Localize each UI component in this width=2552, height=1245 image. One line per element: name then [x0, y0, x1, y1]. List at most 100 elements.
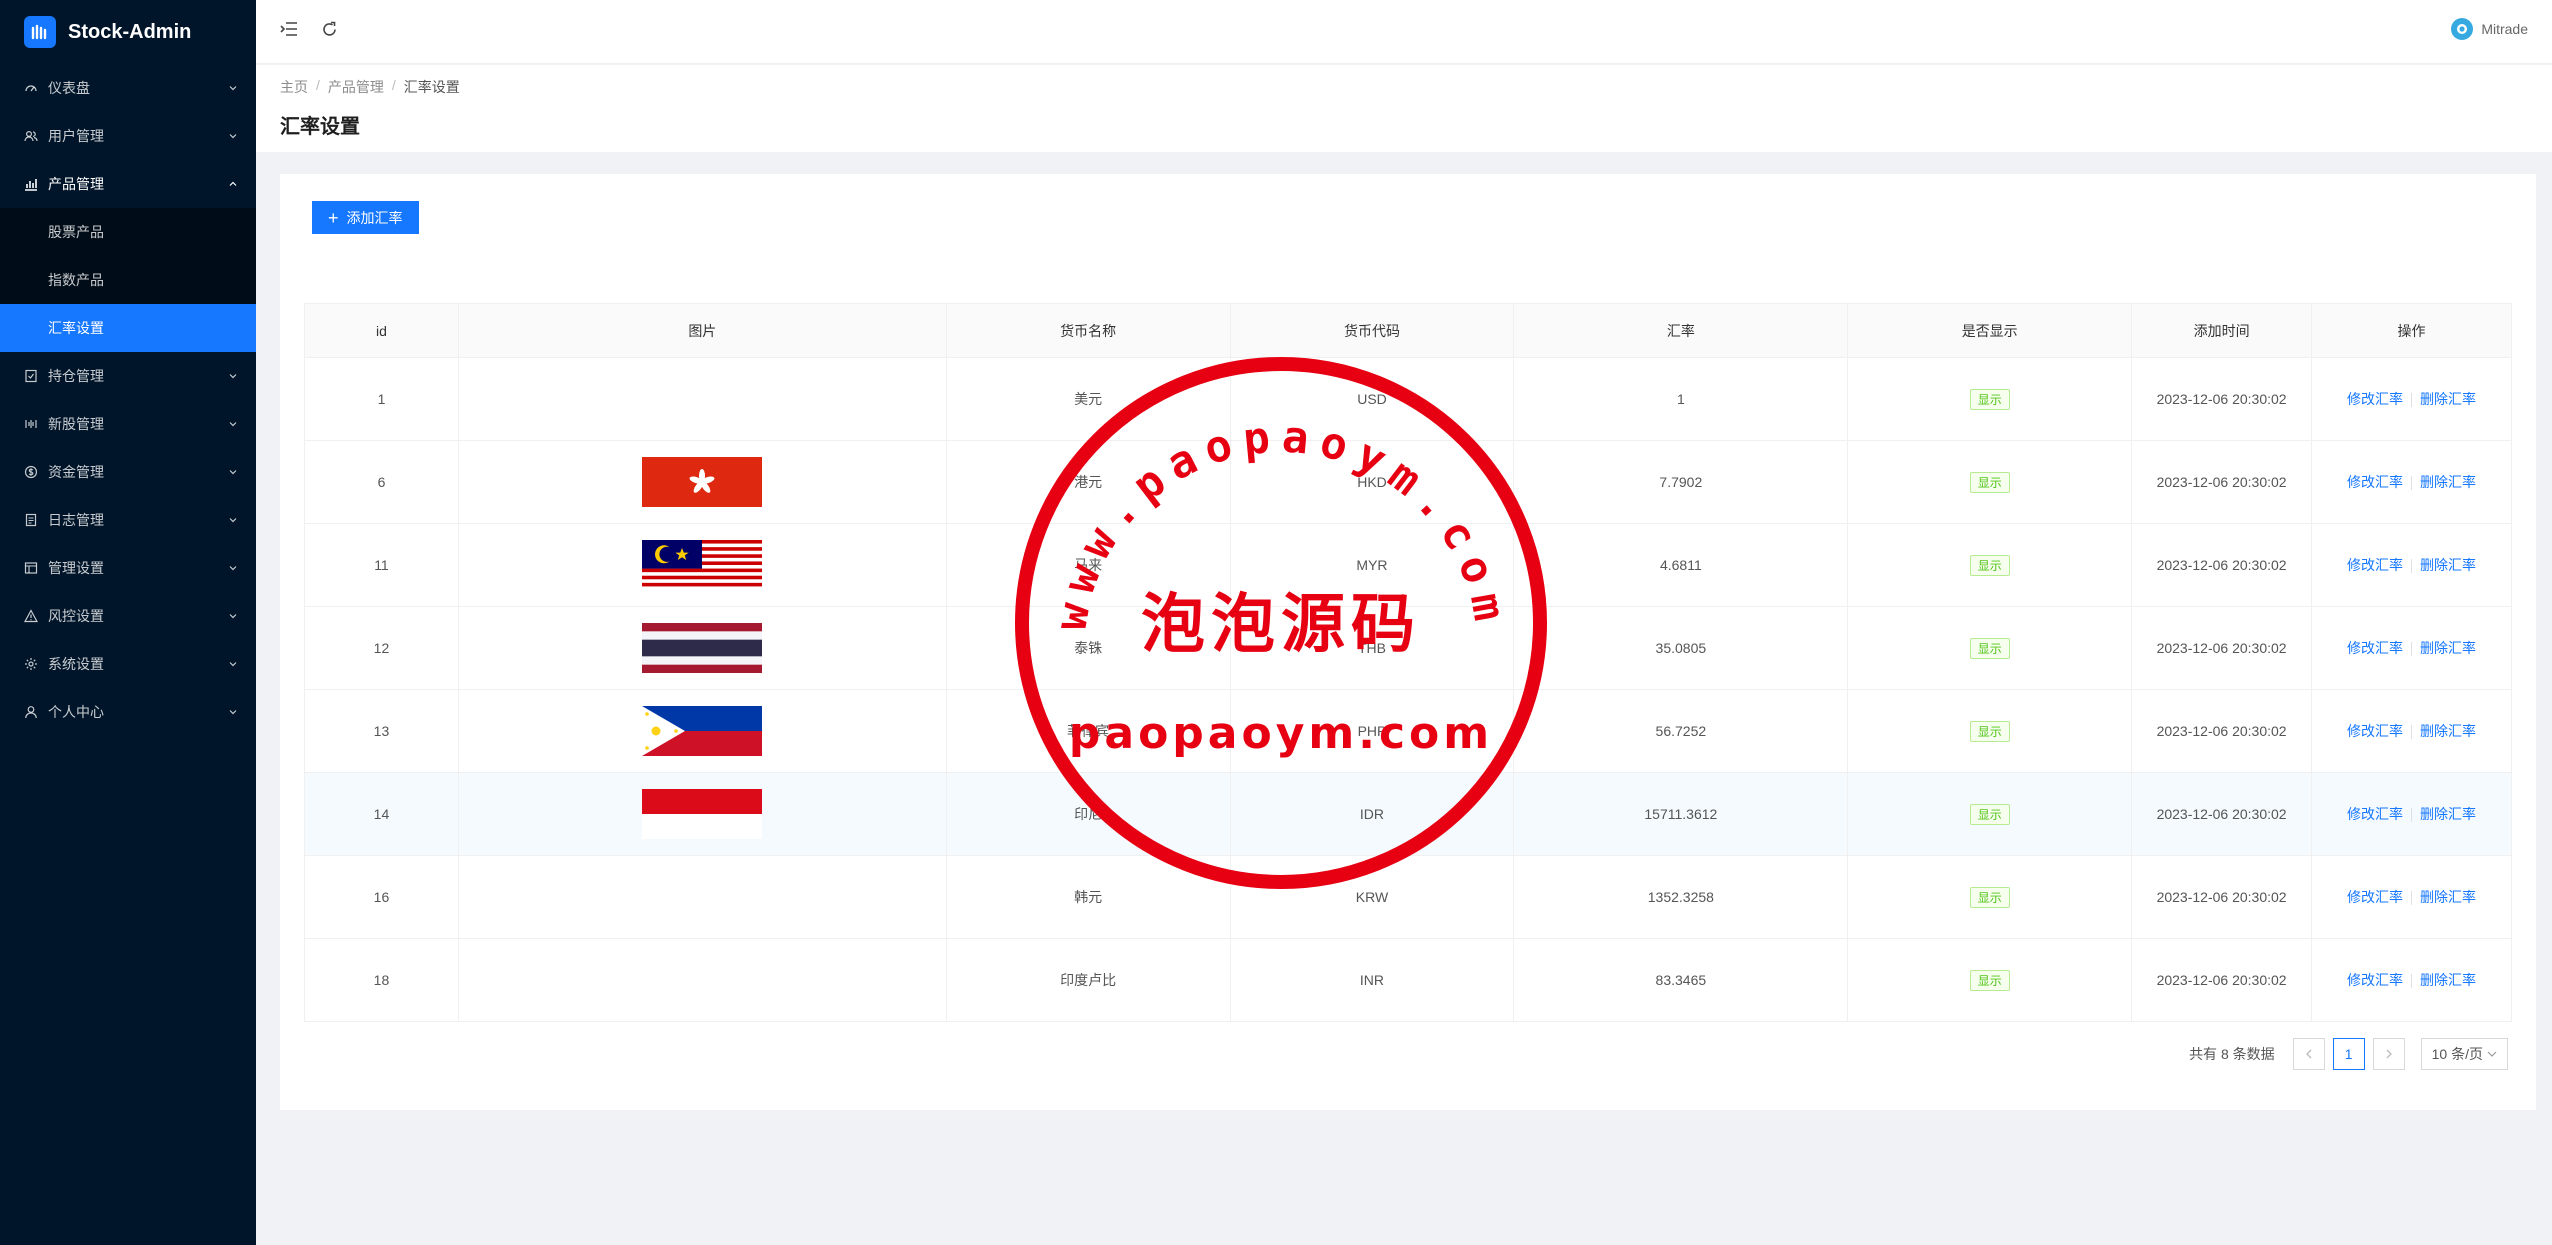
- chart-icon: [24, 177, 38, 191]
- column-header[interactable]: 货币代码: [1229, 303, 1515, 358]
- sidebar-item[interactable]: 风控设置: [0, 592, 256, 640]
- column-header[interactable]: 图片: [457, 303, 947, 358]
- status-badge[interactable]: 显示: [1969, 388, 2010, 410]
- action-divider: [2411, 974, 2413, 989]
- page-number-button[interactable]: 1: [2332, 1038, 2365, 1070]
- sidebar-menu: 仪表盘 用户管理 产品管理 股票产品 指数产品 汇率设置 持仓管理 新股管理 资金管…: [0, 64, 256, 736]
- table-row: 13 菲律宾 PHP 56.7252 显示 2023-12-06 20:30:0…: [304, 689, 2512, 773]
- column-header[interactable]: 操作: [2311, 303, 2512, 358]
- sidebar-item[interactable]: 新股管理: [0, 400, 256, 448]
- cell-actions: 修改汇率 删除汇率: [2311, 772, 2512, 856]
- sidebar-subitem[interactable]: 汇率设置: [0, 304, 256, 352]
- cell-rate: 1352.3258: [1513, 855, 1849, 939]
- cell-currency-code: PHP: [1229, 689, 1515, 773]
- collapse-menu-icon[interactable]: [278, 18, 300, 40]
- cell-rate: 35.0805: [1513, 606, 1849, 690]
- status-badge[interactable]: 显示: [1969, 720, 2010, 742]
- cell-show: 显示: [1847, 772, 2133, 856]
- sidebar-item-label: 日志管理: [48, 512, 104, 528]
- cell-image: [457, 606, 947, 690]
- cell-currency-code: THB: [1229, 606, 1515, 690]
- action-divider: [2411, 476, 2413, 491]
- add-rate-button[interactable]: + 添加汇率: [312, 201, 419, 234]
- delete-rate-link[interactable]: 删除汇率: [2420, 640, 2476, 656]
- cell-id: 11: [304, 523, 459, 607]
- sidebar-item[interactable]: 仪表盘: [0, 64, 256, 112]
- delete-rate-link[interactable]: 删除汇率: [2420, 391, 2476, 407]
- cell-time: 2023-12-06 20:30:02: [2131, 689, 2313, 773]
- cell-show: 显示: [1847, 689, 2133, 773]
- sidebar-subitem[interactable]: 指数产品: [0, 256, 256, 304]
- sidebar-item[interactable]: 持仓管理: [0, 352, 256, 400]
- status-badge[interactable]: 显示: [1969, 554, 2010, 576]
- sidebar-item[interactable]: 用户管理: [0, 112, 256, 160]
- sidebar-item[interactable]: 产品管理: [0, 160, 256, 208]
- edit-rate-link[interactable]: 修改汇率: [2347, 972, 2403, 988]
- chevron-down-icon: [229, 566, 237, 571]
- sidebar-item[interactable]: 个人中心: [0, 688, 256, 736]
- action-divider: [2411, 808, 2413, 823]
- table-row: 6 港元 HKD 7.7902 显示 2023-12-06 20:30:02 修…: [304, 440, 2512, 524]
- column-header[interactable]: 是否显示: [1847, 303, 2133, 358]
- ipo-icon: [24, 417, 38, 431]
- delete-rate-link[interactable]: 删除汇率: [2420, 557, 2476, 573]
- page-size-select[interactable]: 10 条/页: [2420, 1038, 2508, 1070]
- delete-rate-link[interactable]: 删除汇率: [2420, 474, 2476, 490]
- logo[interactable]: Stock-Admin: [0, 0, 256, 64]
- cell-currency-name: 美元: [945, 357, 1231, 441]
- cell-image: [457, 772, 947, 856]
- cell-show: 显示: [1847, 357, 2133, 441]
- breadcrumb-home[interactable]: 主页: [280, 77, 308, 97]
- delete-rate-link[interactable]: 删除汇率: [2420, 806, 2476, 822]
- column-header[interactable]: id: [304, 303, 459, 358]
- delete-rate-link[interactable]: 删除汇率: [2420, 972, 2476, 988]
- sidebar-item[interactable]: 资金管理: [0, 448, 256, 496]
- sidebar-item[interactable]: 日志管理: [0, 496, 256, 544]
- refresh-icon[interactable]: [318, 18, 340, 40]
- status-badge[interactable]: 显示: [1969, 886, 2010, 908]
- sidebar-item-label: 新股管理: [48, 416, 104, 432]
- edit-rate-link[interactable]: 修改汇率: [2347, 723, 2403, 739]
- breadcrumb-separator: /: [316, 77, 320, 93]
- action-divider: [2411, 725, 2413, 740]
- edit-rate-link[interactable]: 修改汇率: [2347, 640, 2403, 656]
- next-page-button[interactable]: [2372, 1038, 2405, 1070]
- status-badge[interactable]: 显示: [1969, 969, 2010, 991]
- sidebar-item[interactable]: 管理设置: [0, 544, 256, 592]
- cell-show: 显示: [1847, 440, 2133, 524]
- cell-time: 2023-12-06 20:30:02: [2131, 938, 2313, 1022]
- cell-actions: 修改汇率 删除汇率: [2311, 938, 2512, 1022]
- cell-currency-code: MYR: [1229, 523, 1515, 607]
- edit-rate-link[interactable]: 修改汇率: [2347, 806, 2403, 822]
- status-badge[interactable]: 显示: [1969, 637, 2010, 659]
- cell-currency-name: 印度卢比: [945, 938, 1231, 1022]
- edit-rate-link[interactable]: 修改汇率: [2347, 474, 2403, 490]
- breadcrumb-product[interactable]: 产品管理: [328, 77, 384, 97]
- column-header[interactable]: 添加时间: [2131, 303, 2313, 358]
- top-header: Mitrade: [256, 0, 2552, 64]
- sidebar-subitem[interactable]: 股票产品: [0, 208, 256, 256]
- cell-rate: 15711.3612: [1513, 772, 1849, 856]
- status-badge[interactable]: 显示: [1969, 803, 2010, 825]
- cell-currency-name: 港元: [945, 440, 1231, 524]
- delete-rate-link[interactable]: 删除汇率: [2420, 889, 2476, 905]
- cell-time: 2023-12-06 20:30:02: [2131, 523, 2313, 607]
- edit-rate-link[interactable]: 修改汇率: [2347, 391, 2403, 407]
- cell-id: 13: [304, 689, 459, 773]
- user-menu[interactable]: Mitrade: [2451, 18, 2528, 40]
- column-header[interactable]: 汇率: [1513, 303, 1849, 358]
- cell-time: 2023-12-06 20:30:02: [2131, 440, 2313, 524]
- cell-show: 显示: [1847, 855, 2133, 939]
- prev-page-button[interactable]: [2292, 1038, 2325, 1070]
- status-badge[interactable]: 显示: [1969, 471, 2010, 493]
- edit-rate-link[interactable]: 修改汇率: [2347, 889, 2403, 905]
- cell-image: [457, 357, 947, 441]
- rates-table: id 图片 货币名称 货币代码 汇率 是否显示 添加时间 操作 1 美元 USD…: [304, 303, 2512, 1022]
- cell-actions: 修改汇率 删除汇率: [2311, 523, 2512, 607]
- column-header[interactable]: 货币名称: [945, 303, 1231, 358]
- table-row: 1 美元 USD 1 显示 2023-12-06 20:30:02 修改汇率 删除…: [304, 357, 2512, 441]
- edit-rate-link[interactable]: 修改汇率: [2347, 557, 2403, 573]
- sidebar-item[interactable]: 系统设置: [0, 640, 256, 688]
- chevron-down-icon: [2487, 1051, 2497, 1057]
- delete-rate-link[interactable]: 删除汇率: [2420, 723, 2476, 739]
